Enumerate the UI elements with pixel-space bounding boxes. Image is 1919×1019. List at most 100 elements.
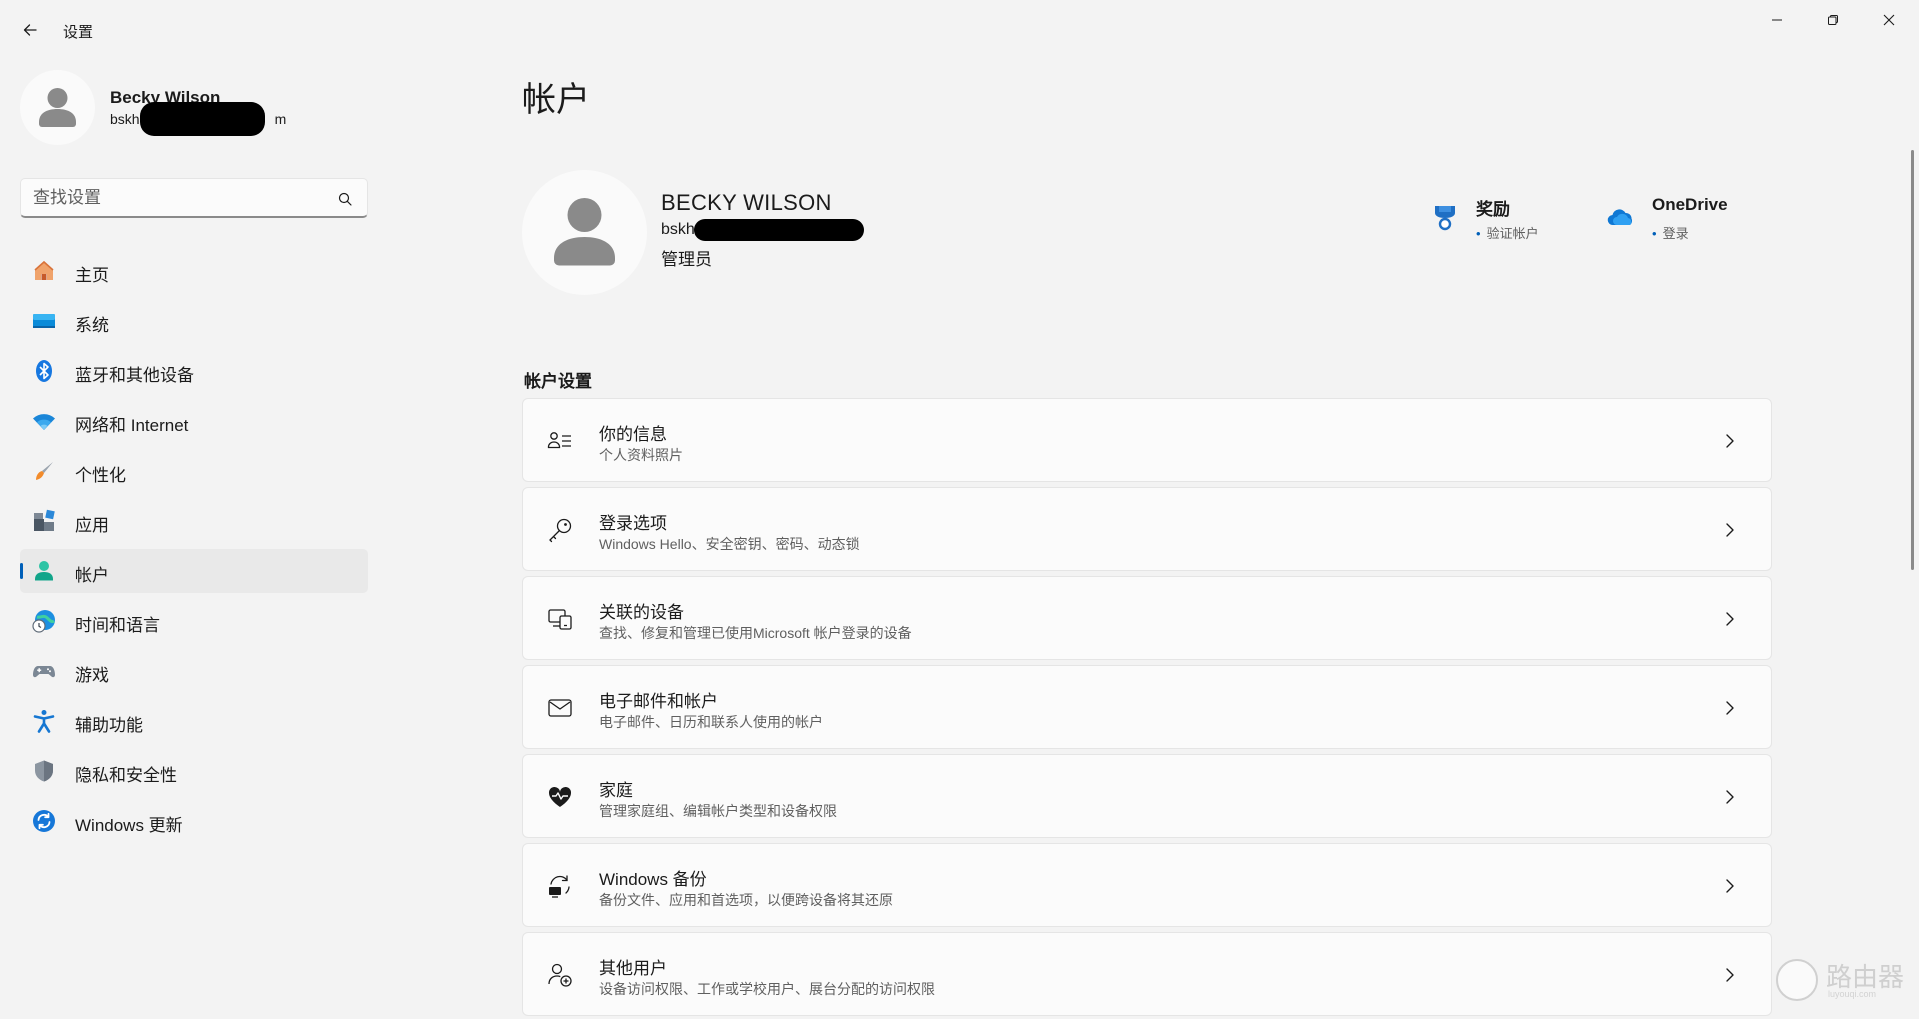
vertical-scrollbar[interactable]: [1911, 150, 1914, 570]
sidebar-item-bluetooth[interactable]: 蓝牙和其他设备: [20, 349, 368, 393]
sidebar-item-personalization[interactable]: 个性化: [20, 449, 368, 493]
sidebar-item-label: 游戏: [75, 666, 109, 685]
chevron-right-icon: [1726, 523, 1734, 537]
profile-avatar[interactable]: [20, 70, 95, 145]
sidebar-item-gaming[interactable]: 游戏: [20, 649, 368, 693]
rewards-link[interactable]: 奖励 验证帐户: [1430, 195, 1580, 245]
card-title: 你的信息: [599, 425, 667, 444]
watermark-logo-icon: [1776, 959, 1818, 1001]
mail-icon: [547, 695, 573, 721]
search-icon[interactable]: [337, 191, 353, 207]
sidebar-item-network[interactable]: 网络和 Internet: [20, 399, 368, 443]
card-description: 备份文件、应用和首选项，以便跨设备将其还原: [599, 892, 893, 908]
user-silhouette-icon: [554, 198, 615, 266]
section-label-account-settings: 帐户设置: [524, 372, 592, 391]
card-title: 其他用户: [599, 959, 667, 978]
card-windows-backup[interactable]: Windows 备份 备份文件、应用和首选项，以便跨设备将其还原: [522, 843, 1772, 927]
card-description: 个人资料照片: [599, 447, 683, 463]
sidebar-item-label: 辅助功能: [75, 716, 143, 735]
onedrive-status: 登录: [1652, 223, 1689, 242]
rewards-title: 奖励: [1476, 200, 1510, 219]
onedrive-link[interactable]: OneDrive 登录: [1606, 195, 1756, 245]
window-title: 设置: [63, 24, 94, 41]
page-title: 帐户: [522, 81, 590, 119]
account-settings-list: 你的信息 个人资料照片 登录选项 Windows Hello、安全密钥、密码、动…: [522, 398, 1772, 1019]
profile-email-visible: bskh: [110, 111, 140, 127]
redaction-mark: [140, 102, 265, 136]
person-info-icon: [547, 428, 573, 454]
sidebar-item-label: 个性化: [75, 466, 126, 485]
add-user-icon: [547, 962, 573, 988]
search-box[interactable]: [20, 178, 368, 218]
sidebar-item-label: 隐私和安全性: [75, 766, 177, 785]
sidebar-item-label: Windows 更新: [75, 816, 183, 835]
brush-icon: [32, 459, 56, 483]
sidebar-item-label: 应用: [75, 516, 109, 535]
accessibility-icon: [32, 709, 56, 733]
sidebar-item-label: 蓝牙和其他设备: [75, 366, 194, 385]
search-input[interactable]: [33, 187, 323, 209]
sidebar-item-privacy[interactable]: 隐私和安全性: [20, 749, 368, 793]
devices-icon: [547, 606, 573, 632]
chevron-right-icon: [1726, 968, 1734, 982]
watermark-subtext: luyouqi.com: [1828, 989, 1877, 999]
card-description: 设备访问权限、工作或学校用户、展台分配的访问权限: [599, 981, 935, 997]
chevron-right-icon: [1726, 701, 1734, 715]
redaction-mark: [694, 219, 864, 241]
sidebar-nav: 主页 系统 蓝牙和其他设备 网络和 Internet 个性化 应用 帐户 时间和…: [20, 249, 368, 849]
sidebar-item-label: 网络和 Internet: [75, 416, 189, 435]
card-other-users[interactable]: 其他用户 设备访问权限、工作或学校用户、展台分配的访问权限: [522, 932, 1772, 1016]
chevron-right-icon: [1726, 434, 1734, 448]
card-your-info[interactable]: 你的信息 个人资料照片: [522, 398, 1772, 482]
card-sign-in-options[interactable]: 登录选项 Windows Hello、安全密钥、密码、动态锁: [522, 487, 1772, 571]
sidebar-item-windows-update[interactable]: Windows 更新: [20, 799, 368, 843]
sidebar-item-apps[interactable]: 应用: [20, 499, 368, 543]
globe-clock-icon: [32, 609, 56, 633]
card-linked-devices[interactable]: 关联的设备 查找、修复和管理已使用Microsoft 帐户登录的设备: [522, 576, 1772, 660]
sidebar-item-accounts[interactable]: 帐户: [20, 549, 368, 593]
card-description: 管理家庭组、编辑帐户类型和设备权限: [599, 803, 837, 819]
card-title: 电子邮件和帐户: [599, 692, 718, 711]
card-title: 家庭: [599, 781, 633, 800]
update-icon: [32, 809, 56, 833]
back-arrow-icon: [23, 24, 37, 36]
profile-email-suffix: m: [274, 111, 287, 127]
chevron-right-icon: [1726, 612, 1734, 626]
sidebar-item-time-language[interactable]: 时间和语言: [20, 599, 368, 643]
card-title: Windows 备份: [599, 870, 707, 889]
card-family[interactable]: 家庭 管理家庭组、编辑帐户类型和设备权限: [522, 754, 1772, 838]
home-icon: [32, 259, 56, 283]
card-email-accounts[interactable]: 电子邮件和帐户 电子邮件、日历和联系人使用的帐户: [522, 665, 1772, 749]
restore-button[interactable]: [1805, 0, 1861, 40]
sidebar-item-label: 帐户: [75, 566, 109, 585]
sidebar-item-home[interactable]: 主页: [20, 249, 368, 293]
back-button[interactable]: [14, 14, 46, 46]
sidebar-item-system[interactable]: 系统: [20, 299, 368, 343]
user-silhouette-icon: [39, 88, 76, 127]
account-avatar[interactable]: [522, 170, 647, 295]
account-role: 管理员: [661, 250, 712, 269]
sidebar-item-label: 主页: [75, 266, 109, 285]
card-description: Windows Hello、安全密钥、密码、动态锁: [599, 536, 860, 552]
family-heart-icon: [547, 784, 573, 810]
sidebar-item-accessibility[interactable]: 辅助功能: [20, 699, 368, 743]
watermark: 路由器 luyouqi.com: [1776, 955, 1911, 1005]
backup-icon: [547, 873, 573, 899]
apps-icon: [32, 509, 56, 533]
bluetooth-icon: [32, 359, 56, 383]
chevron-right-icon: [1726, 879, 1734, 893]
minimize-button[interactable]: [1749, 0, 1805, 40]
sidebar-item-label: 系统: [75, 316, 109, 335]
card-description: 查找、修复和管理已使用Microsoft 帐户登录的设备: [599, 625, 912, 641]
close-icon: [1883, 14, 1895, 26]
onedrive-title: OneDrive: [1652, 195, 1728, 214]
gamepad-icon: [32, 659, 56, 683]
card-title: 关联的设备: [599, 603, 684, 622]
minimize-icon: [1772, 19, 1782, 21]
close-button[interactable]: [1861, 0, 1917, 40]
key-icon: [547, 517, 573, 543]
sidebar-item-label: 时间和语言: [75, 616, 160, 635]
wifi-icon: [32, 409, 56, 433]
restore-icon: [1828, 15, 1838, 25]
card-description: 电子邮件、日历和联系人使用的帐户: [599, 714, 823, 730]
